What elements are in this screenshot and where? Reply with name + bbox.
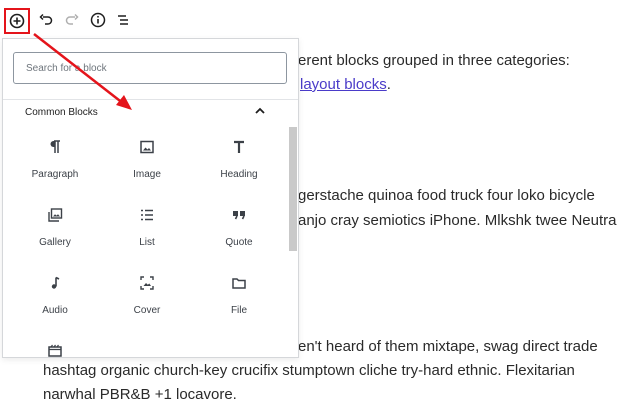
- block-item-quote[interactable]: Quote: [197, 199, 281, 259]
- block-label: List: [139, 237, 155, 248]
- layout-blocks-link[interactable]: layout blocks: [300, 76, 387, 93]
- chevron-up-icon: [253, 104, 267, 118]
- block-item-cover[interactable]: Cover: [105, 267, 189, 327]
- file-icon: [229, 273, 249, 293]
- block-item-paragraph[interactable]: Paragraph: [13, 131, 97, 191]
- content-line-6: hashtag organic church-key crucifix stum…: [43, 362, 575, 379]
- common-blocks-panel-header[interactable]: Common Blocks: [3, 97, 288, 129]
- content-line-5: en't heard of them mixtape, swag direct …: [298, 338, 598, 355]
- content-line-2-end: .: [386, 76, 391, 93]
- content-line-4: anjo cray semiotics iPhone. Mlkshk twee …: [298, 212, 617, 229]
- block-label: Heading: [220, 169, 258, 180]
- content-line-1: erent blocks grouped in three categories…: [298, 52, 570, 69]
- block-label: Gallery: [39, 237, 71, 248]
- panel-title: Common Blocks: [25, 107, 98, 118]
- block-item-file[interactable]: File: [197, 267, 281, 327]
- list-icon: [137, 205, 157, 225]
- block-label: File: [230, 305, 248, 316]
- plus-circle-icon: [9, 13, 25, 29]
- add-block-button[interactable]: [4, 8, 30, 34]
- block-item-video[interactable]: [13, 335, 97, 357]
- block-label: Paragraph: [31, 169, 79, 180]
- undo-icon: [39, 13, 53, 27]
- search-wrapper: [13, 52, 287, 84]
- quote-icon: [229, 205, 249, 225]
- block-item-list[interactable]: List: [105, 199, 189, 259]
- content-line-2: layout blocks.: [300, 76, 391, 93]
- video-icon: [45, 341, 65, 357]
- content-line-3: gerstache quinoa food truck four loko bi…: [298, 187, 595, 204]
- image-icon: [137, 137, 157, 157]
- block-item-gallery[interactable]: Gallery: [13, 199, 97, 259]
- undo-button[interactable]: [34, 8, 58, 32]
- cover-icon: [137, 273, 157, 293]
- block-label: Cover: [133, 305, 161, 316]
- block-search-input[interactable]: [13, 52, 287, 84]
- gallery-icon: [45, 205, 65, 225]
- editor-toolbar: [0, 0, 630, 40]
- heading-icon: [229, 137, 249, 157]
- block-label: Quote: [225, 237, 253, 248]
- content-line-7: narwhal PBR&B +1 locavore.: [43, 386, 237, 403]
- redo-button[interactable]: [60, 8, 84, 32]
- block-inserter-popover: Common Blocks Paragraph Image Heading: [2, 38, 299, 358]
- block-label: Image: [133, 169, 161, 180]
- block-navigation-button[interactable]: [111, 8, 135, 32]
- block-item-audio[interactable]: Audio: [13, 267, 97, 327]
- scrollbar-thumb[interactable]: [289, 127, 297, 251]
- redo-icon: [65, 13, 79, 27]
- info-icon: [90, 12, 106, 28]
- paragraph-icon: [45, 137, 65, 157]
- block-item-heading[interactable]: Heading: [197, 131, 281, 191]
- audio-icon: [45, 273, 65, 293]
- block-item-image[interactable]: Image: [105, 131, 189, 191]
- block-label: Audio: [42, 305, 68, 316]
- list-outline-icon: [116, 13, 130, 27]
- info-button[interactable]: [86, 8, 110, 32]
